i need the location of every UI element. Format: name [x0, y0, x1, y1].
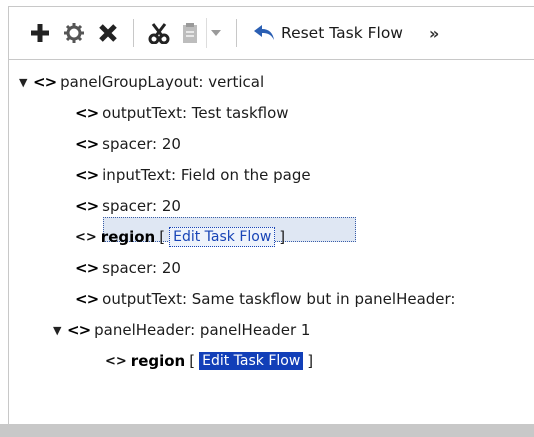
- tree-node-region[interactable]: <> region [ Edit Task Flow ]: [105, 349, 317, 373]
- close-icon: [99, 24, 117, 42]
- delete-button[interactable]: [95, 18, 121, 48]
- reset-task-flow-button[interactable]: Reset Task Flow: [249, 18, 407, 48]
- reset-task-flow-label: Reset Task Flow: [281, 24, 403, 42]
- tag-icon: <>: [75, 166, 99, 184]
- toolbar-separator: [133, 19, 134, 47]
- toolbar: Reset Task Flow »: [9, 7, 534, 59]
- tree-node-spacer[interactable]: <> spacer: 20: [75, 256, 181, 280]
- close-bracket: ]: [307, 352, 314, 370]
- edit-task-flow-link[interactable]: Edit Task Flow: [169, 227, 276, 247]
- plus-icon: [31, 24, 49, 42]
- structure-panel: Reset Task Flow » ▼ <> panelGroupLayout:…: [8, 6, 534, 437]
- expand-triangle-icon[interactable]: ▼: [19, 76, 33, 89]
- toolbar-overflow-button[interactable]: »: [429, 24, 439, 43]
- tag-icon: <>: [75, 104, 99, 122]
- gear-icon: [64, 23, 84, 43]
- tree-node-panelgrouplayout[interactable]: ▼ <> panelGroupLayout: vertical: [19, 70, 264, 94]
- region-tag-icon: <>: [105, 353, 127, 369]
- tree-node-outputtext[interactable]: <> outputText: Same taskflow but in pane…: [75, 287, 455, 311]
- open-bracket: [: [189, 352, 196, 370]
- tree-node-label: panelGroupLayout: vertical: [60, 73, 265, 91]
- properties-button[interactable]: [61, 18, 87, 48]
- tree-node-label: outputText: Test taskflow: [102, 104, 289, 122]
- tree-node-region-selected[interactable]: <> region [ Edit Task Flow ]: [75, 225, 289, 249]
- tree-node-label: inputText: Field on the page: [102, 166, 311, 184]
- expand-triangle-icon[interactable]: ▼: [53, 324, 67, 337]
- tree-node-label: spacer: 20: [102, 259, 181, 277]
- tree-node-spacer[interactable]: <> spacer: 20: [75, 194, 181, 218]
- bottom-border: [0, 424, 534, 437]
- tree-node-label: outputText: Same taskflow but in panelHe…: [102, 290, 456, 308]
- region-label: region: [100, 228, 156, 246]
- tree-node-inputtext[interactable]: <> inputText: Field on the page: [75, 163, 311, 187]
- add-button[interactable]: [27, 18, 53, 48]
- edit-task-flow-link[interactable]: Edit Task Flow: [199, 352, 304, 370]
- chevron-down-icon: [210, 30, 221, 36]
- region-label: region: [130, 352, 186, 370]
- tag-icon: <>: [75, 259, 99, 277]
- structure-tree: ▼ <> panelGroupLayout: vertical <> outpu…: [9, 59, 534, 431]
- cut-button[interactable]: [146, 18, 172, 48]
- tag-icon: <>: [75, 135, 99, 153]
- tag-icon: <>: [75, 197, 99, 215]
- toolbar-separator: [236, 19, 237, 47]
- tag-icon: <>: [75, 290, 99, 308]
- tree-node-outputtext[interactable]: <> outputText: Test taskflow: [75, 101, 289, 125]
- undo-arrow-icon: [254, 25, 274, 40]
- close-bracket: ]: [279, 228, 286, 246]
- paste-menu-dropdown[interactable]: [206, 18, 224, 48]
- tree-node-spacer[interactable]: <> spacer: 20: [75, 132, 181, 156]
- clipboard-icon: [183, 23, 197, 43]
- scissors-icon: [148, 23, 170, 44]
- open-bracket: [: [159, 228, 166, 246]
- region-tag-icon: <>: [75, 229, 97, 245]
- tree-node-label: panelHeader: panelHeader 1: [94, 321, 311, 339]
- tree-node-label: spacer: 20: [102, 197, 181, 215]
- tree-node-panelheader[interactable]: ▼ <> panelHeader: panelHeader 1: [53, 318, 310, 342]
- tree-node-label: spacer: 20: [102, 135, 181, 153]
- tag-icon: <>: [67, 321, 91, 339]
- tag-icon: <>: [33, 73, 57, 91]
- paste-button[interactable]: [178, 18, 202, 48]
